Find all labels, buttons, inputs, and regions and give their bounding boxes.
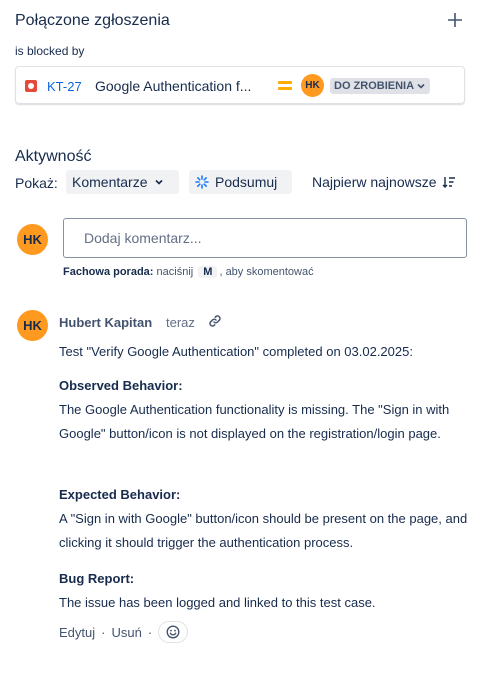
assignee-avatar[interactable]: HK: [301, 74, 324, 97]
observed-heading: Observed Behavior:: [59, 378, 183, 393]
priority-medium-icon: [278, 81, 292, 91]
chevron-down-icon: [155, 179, 164, 185]
plus-icon: [448, 13, 462, 27]
delete-comment-button[interactable]: Usuń: [111, 625, 141, 640]
status-label: DO ZROBIENIA: [334, 80, 415, 92]
separator: ·: [147, 624, 153, 640]
summarize-button[interactable]: Podsumuj: [189, 170, 292, 194]
add-comment-input[interactable]: Dodaj komentarz...: [63, 218, 467, 258]
comment-time[interactable]: teraz: [166, 315, 195, 330]
ai-sparkle-icon: [195, 175, 209, 189]
copy-link-button[interactable]: [208, 314, 222, 333]
bug-icon: [25, 80, 37, 92]
expected-text: A "Sign in with Google" button/icon shou…: [59, 511, 468, 550]
linked-issues-title: Połączone zgłoszenia: [15, 12, 170, 29]
activity-title: Aktywność: [15, 148, 92, 165]
bug-report-text: The issue has been logged and linked to …: [59, 595, 376, 610]
comment-intro: Test "Verify Google Authentication" comp…: [59, 344, 413, 359]
summarize-label: Podsumuj: [215, 174, 278, 190]
current-user-avatar: HK: [17, 224, 48, 255]
issue-key-link[interactable]: KT-27: [47, 79, 82, 94]
comment-actions: Edytuj · Usuń ·: [59, 621, 189, 643]
bug-report-heading: Bug Report:: [59, 571, 135, 586]
linked-issue-card[interactable]: KT-27 Google Authentication f... HK DO Z…: [15, 66, 465, 104]
chevron-down-icon: [417, 83, 425, 89]
tip-prefix: Fachowa porada:: [63, 266, 154, 278]
observed-text: The Google Authentication functionality …: [59, 402, 450, 441]
sort-label: Najpierw najnowsze: [312, 174, 437, 190]
tip-mid: naciśnij: [156, 266, 194, 278]
tip-suffix: , aby skomentować: [219, 266, 314, 278]
shortcut-key: M: [198, 266, 218, 278]
emoji-icon: [166, 625, 180, 639]
expected-heading: Expected Behavior:: [59, 487, 181, 502]
relation-label: is blocked by: [15, 44, 85, 58]
comment-author[interactable]: Hubert Kapitan: [59, 315, 152, 330]
show-label: Pokaż:: [15, 175, 58, 191]
link-icon: [209, 315, 221, 327]
status-dropdown[interactable]: DO ZROBIENIA: [330, 78, 431, 94]
activity-filter-dropdown[interactable]: Komentarze: [66, 170, 179, 194]
pro-tip: Fachowa porada: naciśnij M, aby skomento…: [63, 266, 314, 278]
issue-summary-link[interactable]: Google Authentication f...: [95, 78, 251, 94]
comment-author-avatar[interactable]: HK: [17, 310, 48, 341]
separator: ·: [101, 624, 106, 640]
edit-comment-button[interactable]: Edytuj: [59, 625, 95, 640]
filter-value: Komentarze: [72, 174, 148, 190]
sort-order-button[interactable]: Najpierw najnowsze: [312, 174, 456, 190]
add-reaction-button[interactable]: [158, 621, 189, 643]
sort-icon: [442, 177, 455, 188]
add-link-button[interactable]: [447, 10, 463, 32]
